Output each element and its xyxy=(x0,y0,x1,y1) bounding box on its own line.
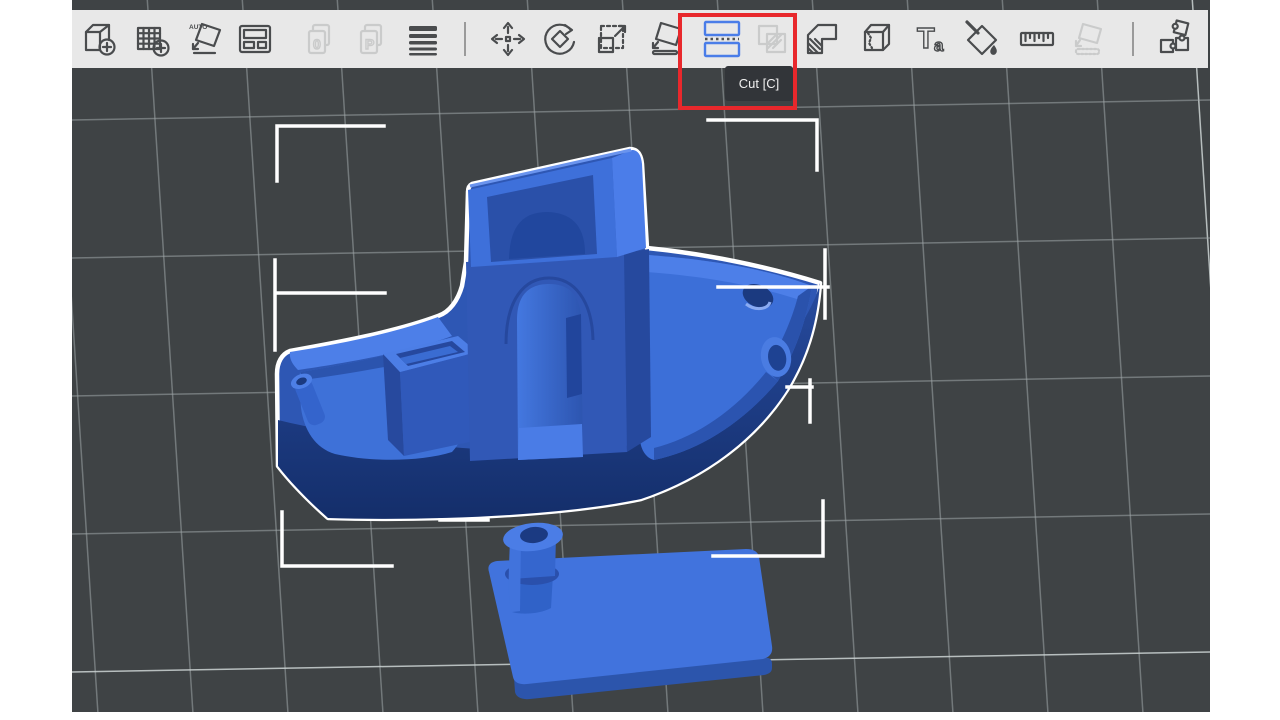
arrange-button[interactable] xyxy=(233,15,277,63)
support-painting-button[interactable] xyxy=(800,15,844,63)
add-plate-button[interactable] xyxy=(130,15,174,63)
seam-painting-button[interactable] xyxy=(856,15,900,63)
cut-tooltip-label: Cut [C] xyxy=(739,76,779,91)
rotate-button[interactable] xyxy=(538,15,582,63)
variable-layer-height-button[interactable] xyxy=(401,15,445,63)
text-shape-button[interactable]: T a xyxy=(908,15,952,63)
measure-button[interactable] xyxy=(1015,15,1059,63)
text-T-glyph: T xyxy=(917,23,935,55)
benchy-model[interactable] xyxy=(277,149,820,519)
auto-orient-button[interactable]: AUTO xyxy=(185,15,229,63)
split-to-parts-button: P xyxy=(350,15,394,63)
p-glyph: P xyxy=(365,36,374,52)
cut-button[interactable] xyxy=(700,15,744,63)
add-object-button[interactable] xyxy=(77,15,121,63)
main-toolbar: AUTO 0 P xyxy=(72,10,1208,68)
cut-tooltip: Cut [C] xyxy=(725,66,793,101)
zero-glyph: 0 xyxy=(313,36,321,52)
color-painting-button[interactable] xyxy=(961,15,1005,63)
mesh-boolean-button xyxy=(750,15,794,63)
move-button[interactable] xyxy=(486,15,530,63)
split-to-objects-button: 0 xyxy=(298,15,342,63)
app-window: AUTO 0 P xyxy=(0,0,1280,720)
toolbar-separator xyxy=(1132,22,1134,56)
text-a-glyph: a xyxy=(934,36,944,55)
assembly-view-button[interactable] xyxy=(1153,15,1197,63)
viewport-3d[interactable] xyxy=(72,0,1210,712)
cut-part-plate[interactable] xyxy=(488,520,772,699)
toolbar-separator xyxy=(464,22,466,56)
scale-button[interactable] xyxy=(590,15,634,63)
place-on-face-button[interactable] xyxy=(646,15,690,63)
lay-flat-alt-button xyxy=(1068,15,1112,63)
